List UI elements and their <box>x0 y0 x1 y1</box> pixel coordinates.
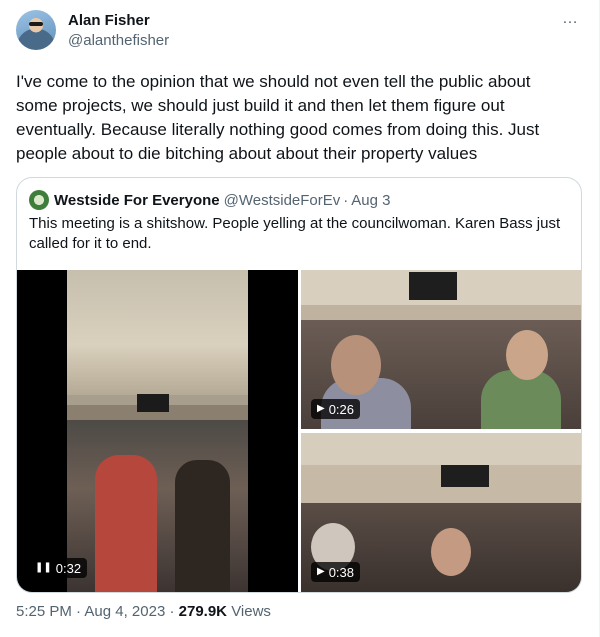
author-avatar[interactable] <box>16 10 56 50</box>
author-name[interactable]: Alan Fisher <box>68 12 169 30</box>
quoted-author-name[interactable]: Westside For Everyone <box>54 192 220 209</box>
tweet-text: I've come to the opinion that we should … <box>16 72 540 163</box>
meta-separator: · <box>169 603 175 620</box>
quoted-author-handle[interactable]: @WestsideForEv <box>224 192 341 209</box>
pause-icon[interactable]: ❚❚ <box>35 563 52 573</box>
video-duration: 0:32 <box>55 560 82 576</box>
tweet-metadata: 5:25 PM · Aug 4, 2023 · 279.9K Views <box>16 603 271 620</box>
quoted-avatar[interactable] <box>29 190 49 210</box>
meta-separator: · <box>76 603 82 620</box>
quoted-tweet[interactable]: Westside For Everyone @WestsideForEv · A… <box>16 177 582 593</box>
video-frame <box>67 270 248 592</box>
quoted-separator: · <box>343 191 349 209</box>
views-label: Views <box>231 603 271 620</box>
sunglasses-icon <box>29 22 43 26</box>
play-icon[interactable]: ▶ <box>317 404 325 414</box>
video-thumbnail[interactable]: ▶ 0:38 <box>301 433 581 592</box>
quoted-tweet-text: This meeting is a shitshow. People yelli… <box>29 215 561 252</box>
media-grid: ❚❚ 0:32 ▶ 0:26 ▶ 0:38 <box>17 270 581 592</box>
video-duration: 0:26 <box>328 401 355 417</box>
play-icon[interactable]: ▶ <box>317 567 325 577</box>
video-duration-badge: ❚❚ 0:32 <box>29 558 88 578</box>
views-count[interactable]: 279.9K <box>179 603 227 620</box>
video-duration: 0:38 <box>328 564 355 580</box>
author-handle[interactable]: @alanthefisher <box>68 31 169 51</box>
author-block: Alan Fisher @alanthefisher <box>68 12 169 51</box>
quoted-date[interactable]: Aug 3 <box>351 192 390 209</box>
tweet: Alan Fisher @alanthefisher … I've come t… <box>0 0 600 637</box>
quoted-tweet-header: Westside For Everyone @WestsideForEv · A… <box>29 190 390 210</box>
video-duration-badge: ▶ 0:38 <box>311 562 361 582</box>
video-thumbnail[interactable]: ❚❚ 0:32 <box>17 270 298 592</box>
video-thumbnail[interactable]: ▶ 0:26 <box>301 270 581 429</box>
video-duration-badge: ▶ 0:26 <box>311 399 361 419</box>
tweet-date[interactable]: Aug 4, 2023 <box>84 603 165 620</box>
more-options-icon[interactable]: … <box>562 11 579 27</box>
tweet-time[interactable]: 5:25 PM <box>16 603 72 620</box>
